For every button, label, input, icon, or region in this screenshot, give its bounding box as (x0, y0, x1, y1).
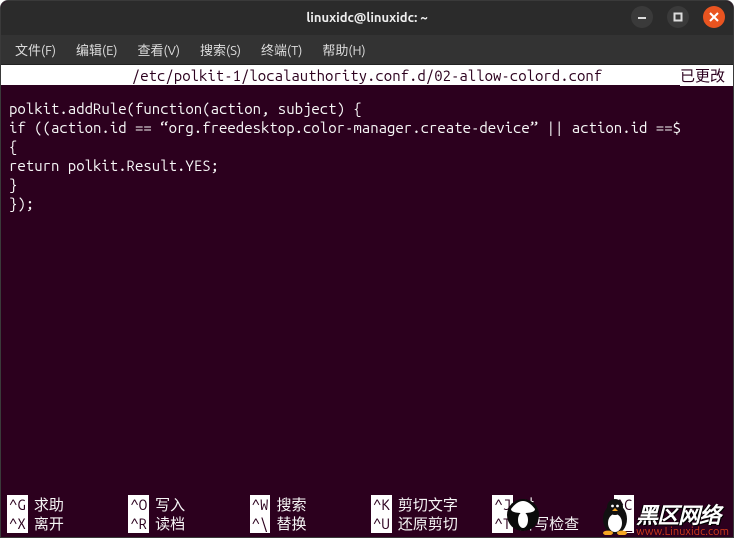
titlebar: linuxidc@linuxidc: ~ (1, 1, 733, 35)
close-button[interactable] (703, 6, 725, 28)
shortcut-key: ^W (250, 495, 271, 514)
shortcut-label: 替换 (276, 514, 306, 533)
terminal-window: linuxidc@linuxidc: ~ 文件(F) 编辑(E) 查看(V) 搜… (0, 0, 734, 538)
menu-view[interactable]: 查看(V) (130, 36, 188, 63)
close-icon (709, 12, 719, 22)
menu-search[interactable]: 搜索(S) (192, 36, 249, 63)
minimize-icon (637, 12, 647, 22)
shortcut-key: ^_ (614, 514, 635, 533)
menubar: 文件(F) 编辑(E) 查看(V) 搜索(S) 终端(T) 帮助(H) (1, 35, 733, 65)
nano-file-path: /etc/polkit-1/localauthority.conf.d/02-a… (1, 67, 733, 84)
nano-editor[interactable]: polkit.addRule(function(action, subject)… (1, 85, 733, 495)
shortcut-key: ^O (128, 495, 149, 514)
shortcut-label: 写入 (155, 495, 185, 514)
shortcut-key: ^\ (250, 514, 271, 533)
shortcut-cut: ^K 剪切文字 (371, 495, 484, 514)
shortcut-goto: ^_ (614, 514, 727, 533)
shortcut-label: 搜索 (276, 495, 306, 514)
shortcut-exit: ^X 离开 (7, 514, 120, 533)
nano-buffer-status: 已更改 (680, 65, 733, 86)
shortcut-read: ^R 读档 (128, 514, 241, 533)
shortcut-search: ^W 搜索 (250, 495, 363, 514)
nano-shortcuts: ^G求助 ^O写入 ^W搜索 ^K剪切文字 ^J对 ^C ^X离开 ^R读档 ^… (1, 495, 733, 537)
shortcut-curpos: ^C (614, 495, 727, 514)
window-controls (631, 6, 725, 28)
shortcut-writeout: ^O 写入 (128, 495, 241, 514)
shortcut-key: ^R (128, 514, 149, 533)
maximize-button[interactable] (667, 6, 689, 28)
minimize-button[interactable] (631, 6, 653, 28)
window-title: linuxidc@linuxidc: ~ (306, 11, 427, 25)
menu-terminal[interactable]: 终端(T) (253, 36, 310, 63)
menu-help[interactable]: 帮助(H) (314, 36, 373, 63)
nano-titlebar: /etc/polkit-1/localauthority.conf.d/02-a… (1, 65, 733, 85)
menu-file[interactable]: 文件(F) (7, 36, 64, 63)
shortcut-label: 读档 (155, 514, 185, 533)
shortcut-key: ^C (614, 495, 635, 514)
mushroom-icon (503, 491, 543, 531)
menu-edit[interactable]: 编辑(E) (68, 36, 125, 63)
shortcut-replace: ^\ 替换 (250, 514, 363, 533)
shortcut-label: 离开 (34, 514, 64, 533)
shortcut-label: 还原剪切 (398, 514, 458, 533)
shortcut-uncut: ^U 还原剪切 (371, 514, 484, 533)
maximize-icon (673, 12, 683, 22)
shortcut-label: 求助 (34, 495, 64, 514)
shortcut-key: ^K (371, 495, 392, 514)
shortcut-help: ^G 求助 (7, 495, 120, 514)
shortcut-key: ^G (7, 495, 28, 514)
shortcut-key: ^U (371, 514, 392, 533)
shortcut-key: ^X (7, 514, 28, 533)
shortcut-label: 剪切文字 (398, 495, 458, 514)
